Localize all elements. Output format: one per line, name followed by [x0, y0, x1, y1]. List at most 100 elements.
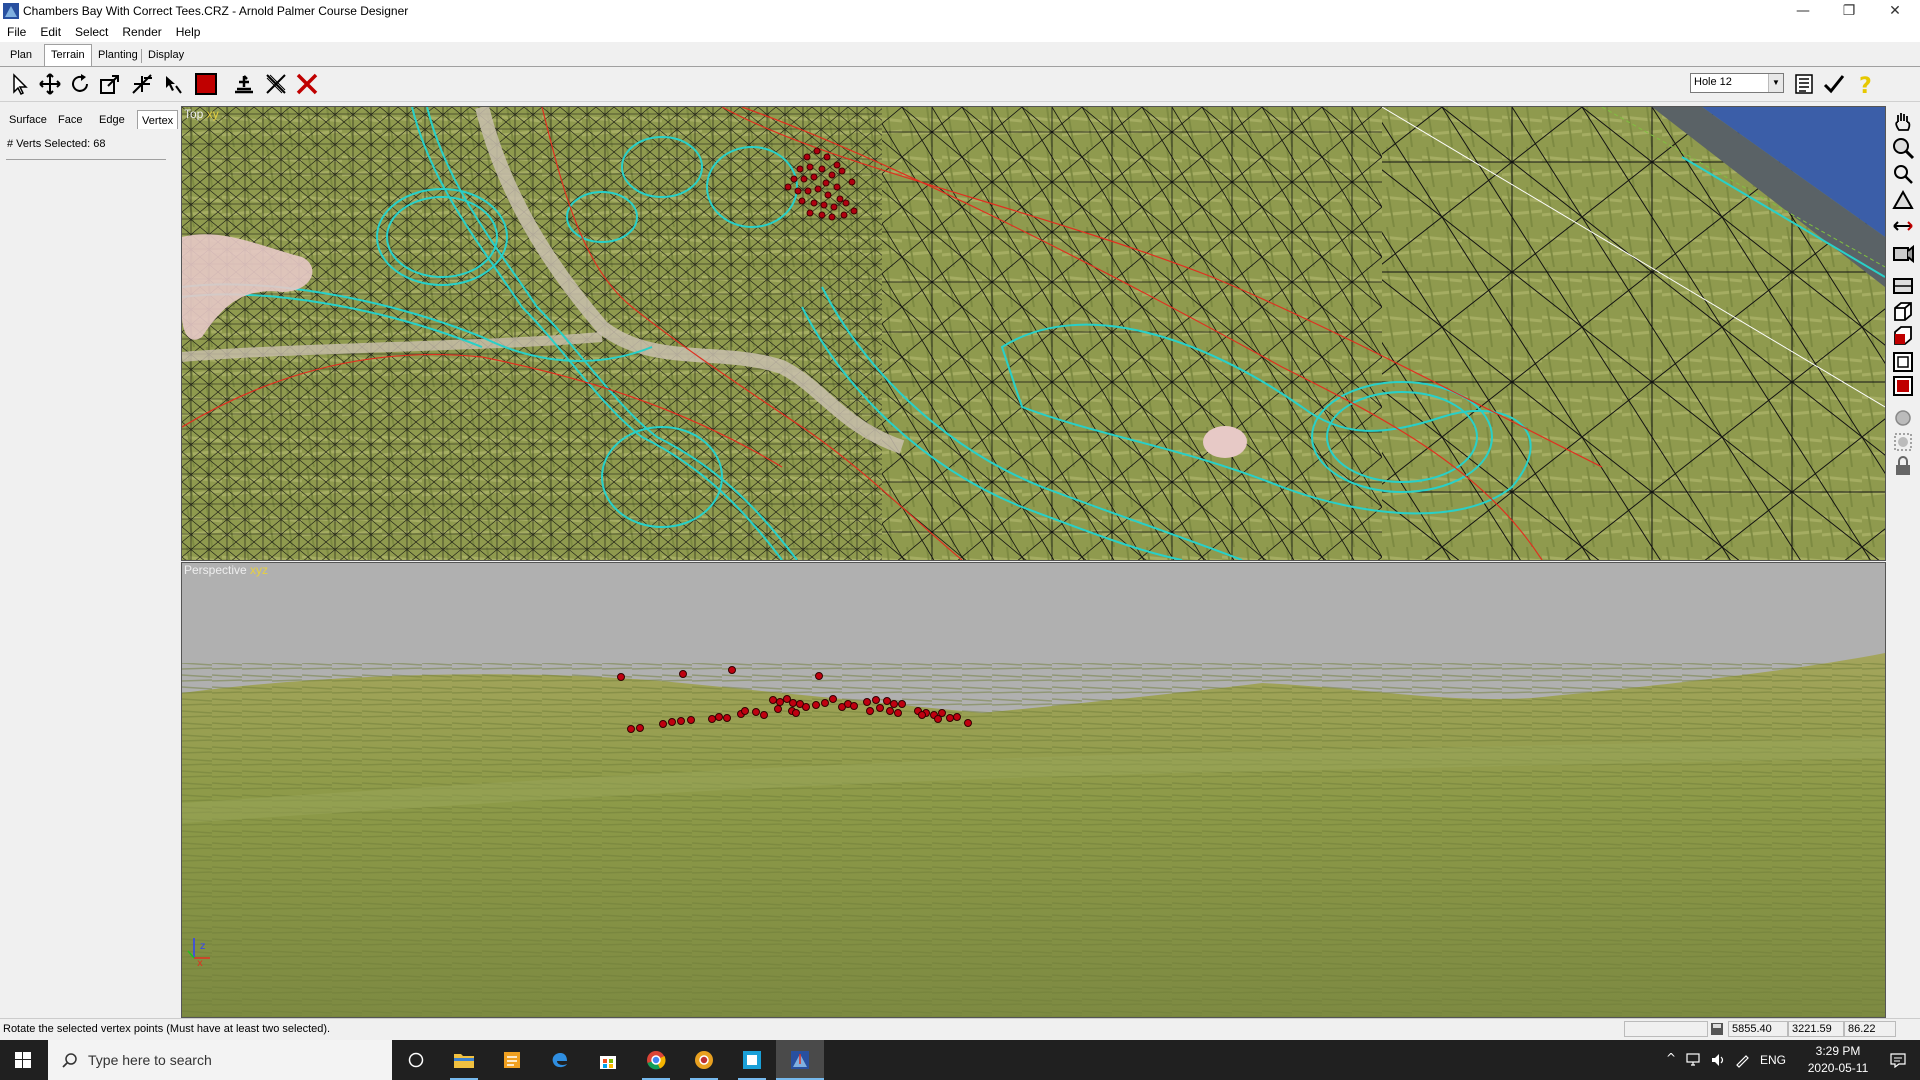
search-placeholder: Type here to search	[88, 1052, 212, 1068]
store-icon[interactable]	[584, 1040, 632, 1080]
zoom-box-icon[interactable]	[1891, 162, 1915, 186]
volume-icon[interactable]	[1710, 1052, 1726, 1068]
title-bar: Chambers Bay With Correct Tees.CRZ - Arn…	[0, 0, 1920, 22]
terrain-perspective[interactable]: z x	[182, 563, 1885, 1017]
terrain-mesh-top[interactable]	[182, 107, 1885, 560]
search-icon	[62, 1053, 77, 1068]
tab-vertex[interactable]: Vertex	[137, 110, 179, 129]
viewport-label: Perspective xyz	[184, 563, 268, 577]
tab-surface[interactable]: Surface	[5, 112, 51, 128]
tab-plan[interactable]: Plan	[4, 47, 38, 64]
hand-icon[interactable]	[1891, 110, 1915, 134]
tab-planting[interactable]: Planting	[92, 47, 144, 64]
tab-display[interactable]: Display	[142, 47, 190, 64]
windows-icon	[15, 1052, 31, 1068]
menu-bar: File Edit Select Render Help	[0, 22, 1920, 42]
mode-tabs: Plan Terrain Planting Display	[0, 44, 1920, 67]
viewport-icon[interactable]	[1891, 350, 1915, 374]
course-designer-taskbar-icon[interactable]	[776, 1040, 824, 1080]
menu-file[interactable]: File	[0, 22, 33, 39]
light-icon[interactable]	[1891, 406, 1915, 430]
task-view-icon[interactable]	[392, 1040, 440, 1080]
coord-y: 3221.59	[1788, 1021, 1844, 1037]
menu-help[interactable]: Help	[169, 22, 208, 39]
restore-button[interactable]: ❐	[1826, 0, 1872, 22]
status-bar: Rotate the selected vertex points (Must …	[0, 1018, 1920, 1040]
status-cell-empty	[1624, 1021, 1708, 1037]
clock-date[interactable]: 2020-05-11	[1802, 1061, 1874, 1075]
svg-text:?: ?	[1859, 74, 1872, 96]
checkmark-icon[interactable]	[1822, 72, 1846, 96]
clock-time[interactable]: 3:29 PM	[1808, 1044, 1868, 1058]
tab-edge[interactable]: Edge	[95, 112, 129, 128]
language-indicator[interactable]: ENG	[1760, 1053, 1786, 1067]
verts-selected-count: # Verts Selected: 68	[7, 138, 106, 150]
rotate-icon[interactable]	[68, 72, 92, 96]
coord-x: 5855.40	[1728, 1021, 1788, 1037]
left-panel: Surface Face Edge Vertex # Verts Selecte…	[0, 102, 180, 1018]
coord-z: 86.22	[1844, 1021, 1896, 1037]
chrome-alt-icon[interactable]	[680, 1040, 728, 1080]
menu-edit[interactable]: Edit	[33, 22, 68, 39]
chevron-down-icon[interactable]: ▼	[1768, 74, 1783, 92]
viewport-top-name: Top	[184, 107, 204, 121]
divider	[6, 159, 166, 160]
delete-red-icon[interactable]	[295, 72, 319, 96]
edge-browser-icon[interactable]	[536, 1040, 584, 1080]
app-tile-icon[interactable]	[728, 1040, 776, 1080]
hole-select-value: Hole 12	[1694, 76, 1732, 88]
window-title: Chambers Bay With Correct Tees.CRZ - Arn…	[23, 4, 409, 18]
pick-icon[interactable]	[160, 72, 184, 96]
menu-select[interactable]: Select	[68, 22, 115, 39]
minimize-button[interactable]: —	[1780, 0, 1826, 22]
terrain-toolbar: Hole 12 ▼ ?	[0, 67, 1920, 102]
orbit-icon[interactable]	[1891, 188, 1915, 212]
axis-label: xy	[206, 107, 219, 121]
taskbar-search[interactable]: Type here to search	[48, 1040, 392, 1080]
viewport-red-icon[interactable]	[1891, 374, 1915, 398]
selection-mode-tabs: Surface Face Edge Vertex	[0, 110, 180, 132]
chrome-icon[interactable]	[632, 1040, 680, 1080]
viewport-perspective-name: Perspective	[184, 563, 247, 577]
fill-red-icon[interactable]	[194, 72, 218, 96]
network-icon[interactable]	[1686, 1053, 1702, 1067]
app-icon	[3, 3, 19, 19]
disk-icon	[1711, 1023, 1723, 1035]
help-icon[interactable]: ?	[1854, 72, 1878, 99]
notes-app-icon[interactable]	[488, 1040, 536, 1080]
view-3d-icon[interactable]	[1891, 274, 1915, 298]
view-red-icon[interactable]	[1891, 324, 1915, 348]
view-toolbar	[1886, 106, 1920, 546]
view-frame-icon[interactable]	[1891, 300, 1915, 324]
pen-icon[interactable]	[1734, 1052, 1750, 1068]
notification-icon[interactable]	[1890, 1052, 1906, 1068]
scale-icon[interactable]	[98, 72, 122, 96]
list-icon[interactable]	[1792, 72, 1816, 96]
app-window: Chambers Bay With Correct Tees.CRZ - Arn…	[0, 0, 1920, 1080]
svg-text:x: x	[197, 958, 203, 969]
top-viewport[interactable]: Top xy	[181, 106, 1886, 561]
cross-thin-icon[interactable]	[264, 72, 288, 96]
zoom-icon[interactable]	[1891, 136, 1915, 160]
hole-select[interactable]: Hole 12 ▼	[1690, 73, 1784, 93]
move-icon[interactable]	[38, 72, 62, 96]
perspective-viewport[interactable]: z x Perspective xyz	[181, 562, 1886, 1018]
pan-axis-icon[interactable]	[1891, 214, 1915, 238]
chevron-up-icon[interactable]: ^	[1666, 1051, 1676, 1065]
viewport-label: Top xy	[184, 107, 219, 121]
tab-terrain[interactable]: Terrain	[44, 44, 92, 66]
close-button[interactable]: ✕	[1872, 0, 1918, 22]
menu-render[interactable]: Render	[115, 22, 168, 39]
camera-icon[interactable]	[1891, 240, 1915, 264]
tab-face[interactable]: Face	[54, 112, 86, 128]
split-icon[interactable]	[130, 72, 154, 96]
taskbar: Type here to search ^ ENG 3:29 PM 2020-0…	[0, 1040, 1920, 1080]
svg-text:z: z	[200, 941, 205, 952]
lock-icon[interactable]	[1891, 454, 1915, 478]
select-arrow-icon[interactable]	[8, 72, 32, 96]
file-explorer-icon[interactable]	[440, 1040, 488, 1080]
system-tray: ^ ENG 3:29 PM 2020-05-11	[1660, 1040, 1920, 1080]
stamp-icon[interactable]	[232, 72, 256, 96]
light-dim-icon[interactable]	[1891, 430, 1915, 454]
start-button[interactable]	[0, 1040, 48, 1080]
